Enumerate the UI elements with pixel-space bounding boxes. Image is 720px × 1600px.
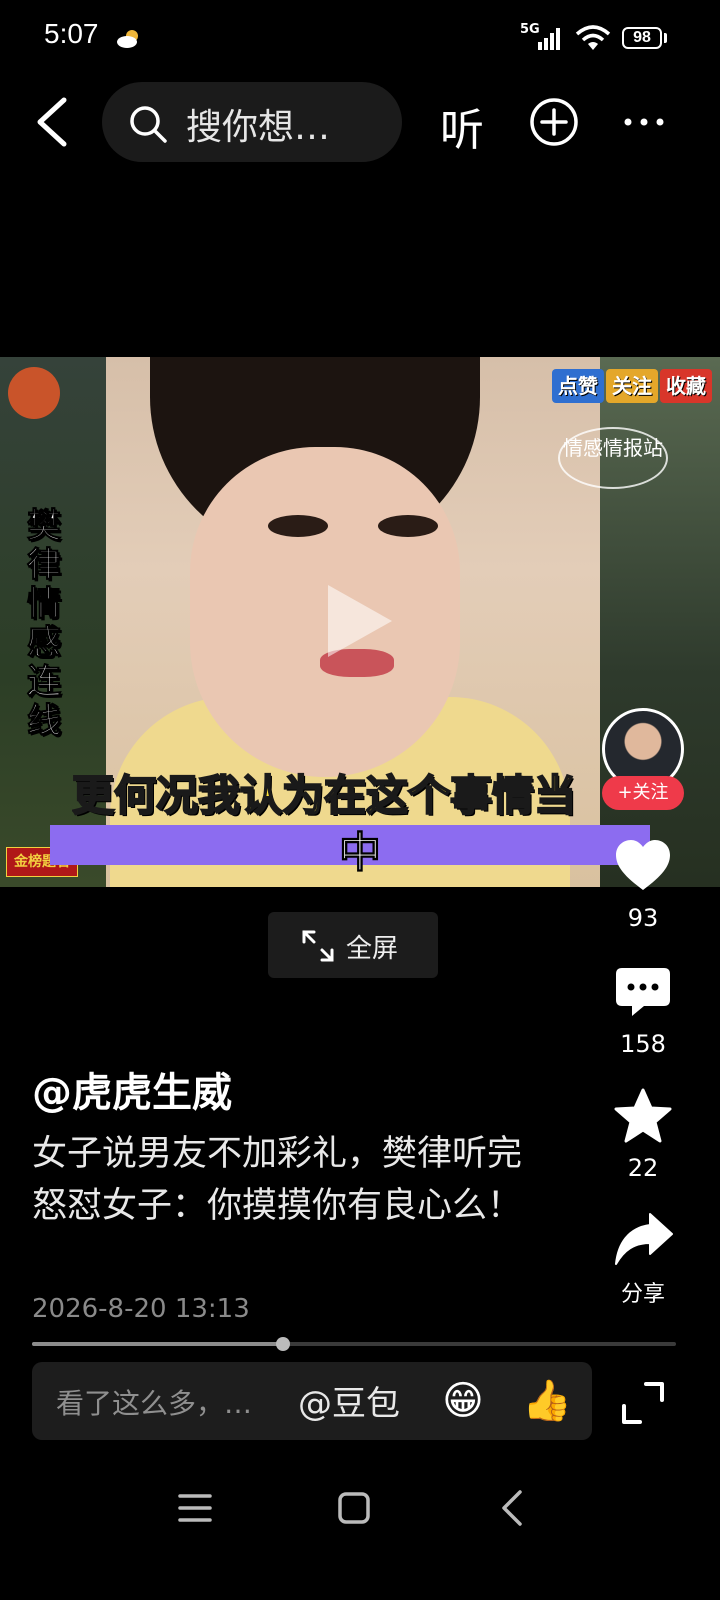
follow-button[interactable]: +关注: [602, 776, 684, 810]
video-left-tag: 樊律情感连线: [27, 506, 62, 741]
post-date: 2026-8-20 13:13: [32, 1294, 250, 1324]
status-time: 5:07: [44, 18, 99, 49]
presenter-eye: [378, 515, 438, 537]
like-count: 93: [627, 904, 659, 932]
video-chips: 点赞 关注 收藏: [552, 369, 712, 403]
fullscreen-label: 全屏: [346, 934, 399, 964]
plus-circle-icon[interactable]: [528, 96, 580, 148]
thumbs-up-emoji-button[interactable]: 👍: [522, 1378, 572, 1424]
comment-icon[interactable]: [614, 966, 672, 1020]
comment-placeholder: 看了这么多，…: [56, 1387, 253, 1420]
recent-apps-icon[interactable]: [176, 1490, 214, 1526]
chip-like: 点赞: [552, 369, 604, 403]
caption-line-2: 中: [338, 828, 381, 878]
channel-logo-icon: [8, 367, 60, 419]
battery-indicator: 98: [622, 27, 662, 49]
expand-arrows-icon: [302, 930, 334, 962]
expand-icon[interactable]: [620, 1380, 666, 1426]
share-label: 分享: [620, 1282, 665, 1307]
mention-button[interactable]: @豆包: [298, 1376, 400, 1425]
search-icon: [130, 106, 167, 143]
battery-tip: [664, 33, 667, 43]
progress-fill: [32, 1342, 283, 1346]
favorite-count: 22: [627, 1154, 659, 1182]
caption-line-1: 更何况我认为在这个事情当: [72, 770, 577, 821]
listen-button[interactable]: 听: [440, 94, 484, 158]
more-icon[interactable]: [620, 104, 668, 140]
home-icon[interactable]: [336, 1490, 372, 1526]
wifi-icon: [575, 25, 611, 50]
nav-back-icon[interactable]: [496, 1488, 528, 1528]
back-button[interactable]: [30, 96, 76, 148]
heart-icon[interactable]: [614, 838, 672, 896]
star-icon[interactable]: [614, 1088, 672, 1144]
grin-emoji-button[interactable]: 😁: [440, 1378, 486, 1424]
chip-favorite: 收藏: [660, 369, 712, 403]
partly-cloudy-icon: [117, 30, 138, 48]
share-icon[interactable]: [614, 1212, 674, 1266]
post-description: 女子说男友不加彩礼，樊律听完怒怼女子：你摸摸你有良心么！: [32, 1134, 523, 1226]
presenter-eye: [268, 515, 328, 537]
chip-follow: 关注: [606, 369, 658, 403]
progress-thumb[interactable]: [276, 1337, 290, 1351]
play-icon[interactable]: [318, 579, 398, 663]
channel-stamp: 情感情报站: [558, 427, 668, 489]
author-name[interactable]: @虎虎生威: [32, 1060, 232, 1118]
comment-count: 158: [620, 1030, 666, 1058]
signal-icon: [538, 28, 560, 50]
search-placeholder: 搜你想…: [186, 107, 331, 148]
